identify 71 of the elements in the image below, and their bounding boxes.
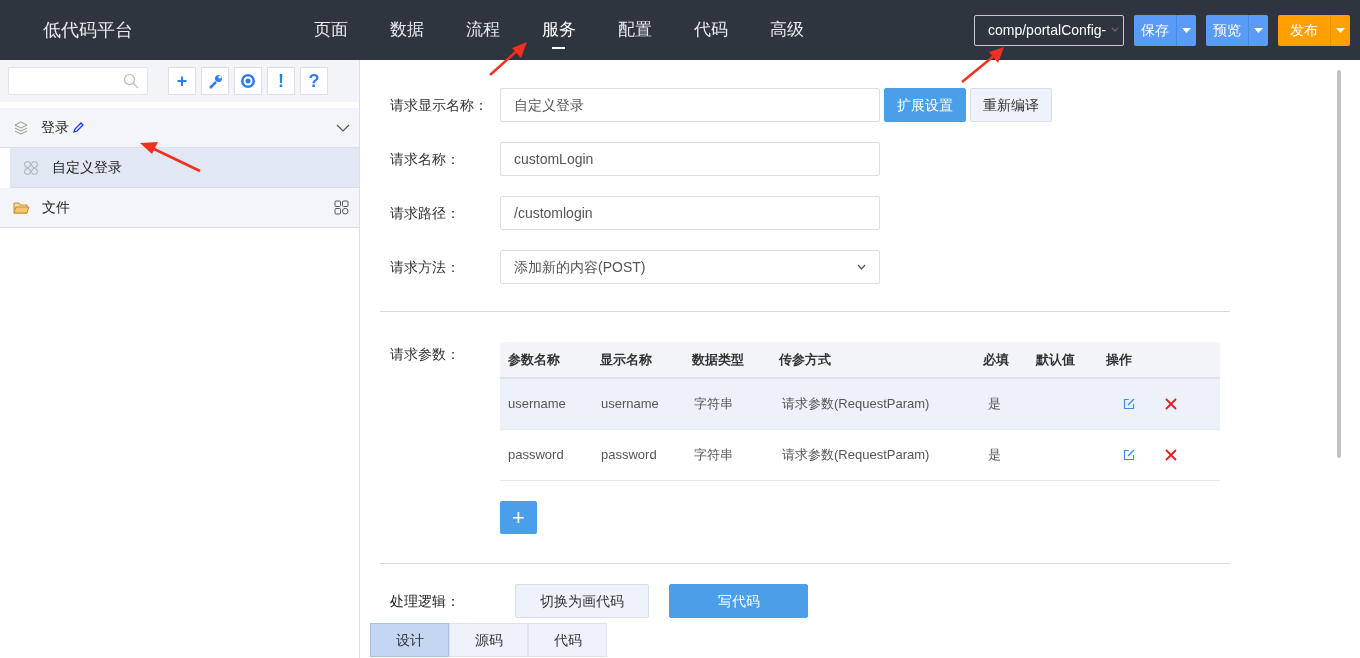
table-cell-text: username <box>508 395 567 414</box>
editor-tab[interactable]: 源码 <box>449 623 528 657</box>
exclamation-button[interactable]: ! <box>267 67 295 95</box>
chevron-down-icon <box>857 264 866 270</box>
nav-tab[interactable]: 页面 <box>293 0 369 60</box>
table-cell-text: password <box>508 446 565 465</box>
nav-tab[interactable]: 服务 <box>521 0 597 60</box>
column-header: 显示名称 <box>599 350 653 369</box>
target-button[interactable] <box>234 67 262 95</box>
annotation-arrow <box>961 47 1004 83</box>
column-header: 操作 <box>1106 350 1134 369</box>
nav-tab[interactable]: 数据 <box>369 0 445 60</box>
column-header: 必填 <box>982 350 1010 369</box>
annotation-arrow <box>489 42 527 76</box>
target-icon <box>240 73 256 89</box>
edit-icon <box>1123 449 1135 461</box>
input-field[interactable]: 自定义登录 <box>500 88 880 122</box>
app-title: 低代码平台 <box>43 18 134 42</box>
column-header: 参数名称 <box>508 350 561 369</box>
field-label: 请求参数： <box>390 345 461 364</box>
grid-icon <box>334 200 349 215</box>
tree-item[interactable]: 文件 <box>0 188 359 228</box>
field-label: 请求路径： <box>390 203 461 223</box>
editor-tab[interactable]: 代码 <box>528 623 607 657</box>
edit-icon <box>1123 398 1135 410</box>
table-cell-text: username <box>601 395 660 414</box>
column-header: 传参方式 <box>778 350 832 369</box>
question-button[interactable]: ? <box>300 67 328 95</box>
table-cell-text: 是 <box>988 395 1002 414</box>
table-row[interactable]: username username 字符串 请求参数(RequestParam) 是 <box>500 379 1220 430</box>
nav-tab[interactable]: 代码 <box>673 0 749 60</box>
caret-down-icon <box>1254 27 1263 33</box>
input-field[interactable]: /customlogin <box>500 196 880 230</box>
editor-tab[interactable]: 设计 <box>370 623 449 657</box>
delete-icon <box>1165 398 1177 410</box>
search-field[interactable] <box>8 67 148 95</box>
table-cell-text: 请求参数(RequestParam) <box>782 395 931 414</box>
layers-icon <box>13 119 29 136</box>
clover-icon <box>23 159 39 176</box>
field-label: 处理逻辑： <box>390 591 461 611</box>
field-label: 请求显示名称： <box>390 95 489 115</box>
tree-item[interactable]: 登录 <box>0 108 359 148</box>
wrench-button[interactable] <box>201 67 229 95</box>
wrench-icon <box>207 73 223 89</box>
table-cell-text: 请求参数(RequestParam) <box>782 446 931 465</box>
table-cell-text: password <box>601 446 658 465</box>
table-cell-text: 是 <box>988 446 1002 465</box>
field-label: 请求名称： <box>390 149 461 169</box>
plus-button[interactable]: + <box>168 67 196 95</box>
folder-icon <box>13 200 30 215</box>
pencil-icon <box>72 121 84 134</box>
table-cell-text: 字符串 <box>694 395 734 414</box>
tree-item[interactable]: 自定义登录 <box>10 148 359 188</box>
column-header: 默认值 <box>1036 350 1077 369</box>
chevron-down-icon <box>1111 27 1119 33</box>
nav-tab[interactable]: 高级 <box>749 0 825 60</box>
search-icon <box>123 73 139 89</box>
path-select[interactable]: comp/portalConfig- <box>974 14 1124 46</box>
field-label: 请求方法： <box>390 257 461 277</box>
method-select[interactable]: 添加新的内容(POST) <box>500 250 880 284</box>
annotation-arrow <box>140 142 201 173</box>
delete-icon <box>1165 449 1177 461</box>
nav-tab[interactable]: 流程 <box>445 0 521 60</box>
caret-down-icon <box>1336 27 1345 33</box>
caret-down-icon <box>1182 27 1191 33</box>
action-button[interactable]: 重新编译 <box>970 88 1052 122</box>
column-header: 数据类型 <box>691 350 745 369</box>
action-button[interactable]: 切换为画代码 <box>515 584 649 618</box>
input-field[interactable]: customLogin <box>500 142 880 176</box>
nav-tab[interactable]: 配置 <box>597 0 673 60</box>
table-cell-text: 字符串 <box>694 446 734 465</box>
